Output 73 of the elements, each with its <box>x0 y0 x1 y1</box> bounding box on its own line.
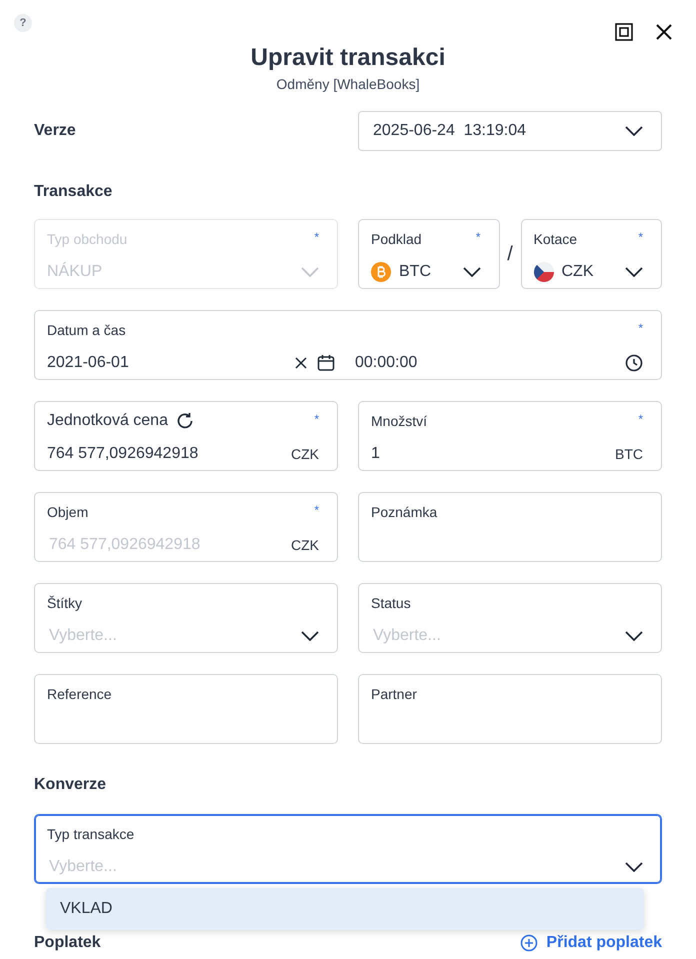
chevron-down-icon <box>625 126 643 136</box>
field-label: Štítky <box>47 594 82 612</box>
field-label: Typ transakce <box>47 825 134 843</box>
field-label: Typ obchodu <box>47 230 128 248</box>
section-heading: Poplatek <box>34 933 101 953</box>
maximize-button[interactable] <box>614 22 634 42</box>
version-label: Verze <box>34 121 76 141</box>
clock-icon[interactable] <box>625 354 643 372</box>
required-mark: * <box>314 412 319 426</box>
field-placeholder: Vyberte... <box>372 627 441 645</box>
menu-option[interactable]: VKLAD <box>46 888 644 930</box>
field-label: Status <box>371 594 411 612</box>
note-field[interactable]: Poznámka <box>358 492 662 562</box>
date-time-field[interactable]: Datum a čas * 2021-06-01 00:00:00 <box>34 310 662 380</box>
tags-select[interactable]: Štítky Vyberte... <box>34 583 338 653</box>
field-label: Partner <box>371 685 417 703</box>
dialog-title: Upravit transakci <box>250 43 446 73</box>
unit-label: CZK <box>291 537 319 553</box>
field-value: 764 577,0926942918 <box>47 445 198 463</box>
section-heading: Konverze <box>34 776 106 793</box>
field-label: Reference <box>47 685 112 703</box>
field-placeholder: Vyberte... <box>48 627 117 645</box>
add-fee-button[interactable]: Přidat poplatek <box>520 934 662 952</box>
volume-field[interactable]: Objem * 764 577,0926942918 CZK <box>34 492 338 562</box>
plus-circle-icon <box>520 934 538 952</box>
refresh-icon[interactable] <box>176 412 194 430</box>
time-value: 00:00:00 <box>355 354 418 372</box>
section-heading: Transakce <box>34 183 112 200</box>
help-icon[interactable]: ? <box>14 14 32 32</box>
unit-price-field[interactable]: Jednotková cena * 764 577,0926942918 CZK <box>34 401 338 471</box>
field-label: Datum a čas <box>47 321 126 339</box>
quantity-field[interactable]: Množství * 1 BTC <box>358 401 662 471</box>
chevron-down-icon <box>301 631 319 641</box>
field-value: NÁKUP <box>47 263 102 281</box>
field-label: Objem <box>47 503 88 521</box>
required-mark: * <box>638 230 643 244</box>
field-label: Jednotková cena <box>47 412 168 430</box>
calendar-icon[interactable] <box>317 354 335 372</box>
close-button[interactable] <box>654 22 674 42</box>
required-mark: * <box>476 230 480 244</box>
reference-field[interactable]: Reference <box>34 674 338 744</box>
partner-field[interactable]: Partner <box>358 674 662 744</box>
version-select[interactable]: 2025-06-24 13:19:04 <box>358 111 662 151</box>
field-placeholder: Vyberte... <box>48 858 117 876</box>
pair-separator: / <box>506 242 514 266</box>
field-value: CZK <box>562 263 594 281</box>
transaction-type-select[interactable]: Typ transakce Vyberte... <box>34 814 662 884</box>
required-mark: * <box>638 412 643 426</box>
field-label: Kotace <box>534 230 578 248</box>
chevron-down-icon <box>625 862 643 872</box>
unit-label: BTC <box>615 446 643 462</box>
chevron-down-icon <box>625 267 643 277</box>
field-label: Poznámka <box>371 503 438 521</box>
dialog-subtitle: Odměny [WhaleBooks] <box>276 75 420 93</box>
required-mark: * <box>638 321 643 335</box>
coin-icon <box>371 262 391 282</box>
required-mark: * <box>314 230 319 244</box>
field-label: Množství <box>371 412 428 430</box>
status-select[interactable]: Status Vyberte... <box>358 583 662 653</box>
field-placeholder: 764 577,0926942918 <box>48 536 200 554</box>
field-value: BTC <box>399 263 431 281</box>
field-value: 1 <box>371 445 380 463</box>
chevron-down-icon <box>462 267 480 277</box>
required-mark: * <box>314 503 319 517</box>
clear-icon[interactable] <box>295 357 307 369</box>
flag-icon <box>534 262 554 282</box>
base-asset-select[interactable]: Podklad * BTC <box>358 219 500 289</box>
field-label: Podklad <box>371 230 422 248</box>
unit-label: CZK <box>291 446 319 462</box>
date-value: 2021-06-01 <box>47 354 129 372</box>
quote-currency-select[interactable]: Kotace * CZK <box>520 219 662 289</box>
chevron-down-icon <box>625 631 643 641</box>
chevron-down-icon <box>301 267 319 277</box>
